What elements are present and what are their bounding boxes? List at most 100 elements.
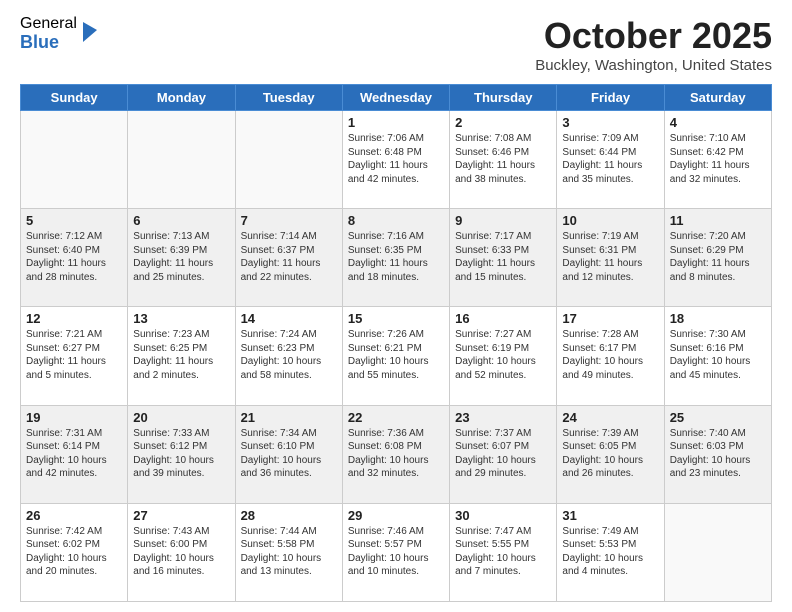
table-row: 24 Sunrise: 7:39 AM Sunset: 6:05 PM Dayli… bbox=[557, 405, 664, 503]
day-number: 30 bbox=[455, 508, 551, 523]
day-number: 23 bbox=[455, 410, 551, 425]
table-row: 13 Sunrise: 7:23 AM Sunset: 6:25 PM Dayli… bbox=[128, 307, 235, 405]
day-number: 18 bbox=[670, 311, 766, 326]
table-row: 29 Sunrise: 7:46 AM Sunset: 5:57 PM Dayli… bbox=[342, 503, 449, 601]
day-number: 28 bbox=[241, 508, 337, 523]
day-info: Sunrise: 7:19 AM Sunset: 6:31 PM Dayligh… bbox=[562, 230, 658, 284]
day-info: Sunrise: 7:36 AM Sunset: 6:08 PM Dayligh… bbox=[348, 427, 444, 481]
logo: General Blue bbox=[20, 15, 99, 52]
calendar-week-row: 1Sunrise: 7:06 AM Sunset: 6:48 PM Daylig… bbox=[21, 111, 772, 209]
table-row bbox=[235, 111, 342, 209]
day-info: Sunrise: 7:34 AM Sunset: 6:10 PM Dayligh… bbox=[241, 427, 337, 481]
day-info: Sunrise: 7:10 AM Sunset: 6:42 PM Dayligh… bbox=[670, 132, 766, 186]
table-row: 31 Sunrise: 7:49 AM Sunset: 5:53 PM Dayli… bbox=[557, 503, 664, 601]
day-info: Sunrise: 7:13 AM Sunset: 6:39 PM Dayligh… bbox=[133, 230, 229, 284]
table-row: 30 Sunrise: 7:47 AM Sunset: 5:55 PM Dayli… bbox=[450, 503, 557, 601]
day-info: Sunrise: 7:33 AM Sunset: 6:12 PM Dayligh… bbox=[133, 427, 229, 481]
col-saturday: Saturday bbox=[664, 85, 771, 111]
table-row: 25Sunrise: 7:40 AM Sunset: 6:03 PM Dayli… bbox=[664, 405, 771, 503]
day-number: 27 bbox=[133, 508, 229, 523]
day-info: Sunrise: 7:26 AM Sunset: 6:21 PM Dayligh… bbox=[348, 328, 444, 382]
calendar-week-row: 26 Sunrise: 7:42 AM Sunset: 6:02 PM Dayli… bbox=[21, 503, 772, 601]
table-row: 14 Sunrise: 7:24 AM Sunset: 6:23 PM Dayli… bbox=[235, 307, 342, 405]
day-number: 8 bbox=[348, 213, 444, 228]
day-info: Sunrise: 7:14 AM Sunset: 6:37 PM Dayligh… bbox=[241, 230, 337, 284]
calendar-week-row: 12Sunrise: 7:21 AM Sunset: 6:27 PM Dayli… bbox=[21, 307, 772, 405]
day-info: Sunrise: 7:21 AM Sunset: 6:27 PM Dayligh… bbox=[26, 328, 122, 382]
table-row: 22 Sunrise: 7:36 AM Sunset: 6:08 PM Dayli… bbox=[342, 405, 449, 503]
table-row: 27 Sunrise: 7:43 AM Sunset: 6:00 PM Dayli… bbox=[128, 503, 235, 601]
table-row: 23 Sunrise: 7:37 AM Sunset: 6:07 PM Dayli… bbox=[450, 405, 557, 503]
day-info: Sunrise: 7:40 AM Sunset: 6:03 PM Dayligh… bbox=[670, 427, 766, 481]
col-sunday: Sunday bbox=[21, 85, 128, 111]
table-row: 12Sunrise: 7:21 AM Sunset: 6:27 PM Dayli… bbox=[21, 307, 128, 405]
day-info: Sunrise: 7:42 AM Sunset: 6:02 PM Dayligh… bbox=[26, 525, 122, 579]
day-info: Sunrise: 7:49 AM Sunset: 5:53 PM Dayligh… bbox=[562, 525, 658, 579]
table-row: 9Sunrise: 7:17 AM Sunset: 6:33 PM Daylig… bbox=[450, 209, 557, 307]
day-number: 6 bbox=[133, 213, 229, 228]
table-row: 2 Sunrise: 7:08 AM Sunset: 6:46 PM Daylig… bbox=[450, 111, 557, 209]
table-row: 8 Sunrise: 7:16 AM Sunset: 6:35 PM Daylig… bbox=[342, 209, 449, 307]
day-number: 26 bbox=[26, 508, 122, 523]
day-info: Sunrise: 7:09 AM Sunset: 6:44 PM Dayligh… bbox=[562, 132, 658, 186]
day-number: 14 bbox=[241, 311, 337, 326]
table-row: 6 Sunrise: 7:13 AM Sunset: 6:39 PM Daylig… bbox=[128, 209, 235, 307]
logo-icon bbox=[79, 20, 99, 44]
day-info: Sunrise: 7:20 AM Sunset: 6:29 PM Dayligh… bbox=[670, 230, 766, 284]
day-info: Sunrise: 7:06 AM Sunset: 6:48 PM Dayligh… bbox=[348, 132, 444, 186]
table-row bbox=[664, 503, 771, 601]
day-info: Sunrise: 7:28 AM Sunset: 6:17 PM Dayligh… bbox=[562, 328, 658, 382]
day-number: 2 bbox=[455, 115, 551, 130]
day-info: Sunrise: 7:39 AM Sunset: 6:05 PM Dayligh… bbox=[562, 427, 658, 481]
day-number: 21 bbox=[241, 410, 337, 425]
day-number: 13 bbox=[133, 311, 229, 326]
day-info: Sunrise: 7:16 AM Sunset: 6:35 PM Dayligh… bbox=[348, 230, 444, 284]
table-row: 7 Sunrise: 7:14 AM Sunset: 6:37 PM Daylig… bbox=[235, 209, 342, 307]
day-info: Sunrise: 7:24 AM Sunset: 6:23 PM Dayligh… bbox=[241, 328, 337, 382]
day-number: 11 bbox=[670, 213, 766, 228]
table-row: 26 Sunrise: 7:42 AM Sunset: 6:02 PM Dayli… bbox=[21, 503, 128, 601]
table-row: 16Sunrise: 7:27 AM Sunset: 6:19 PM Dayli… bbox=[450, 307, 557, 405]
day-info: Sunrise: 7:47 AM Sunset: 5:55 PM Dayligh… bbox=[455, 525, 551, 579]
day-info: Sunrise: 7:46 AM Sunset: 5:57 PM Dayligh… bbox=[348, 525, 444, 579]
day-number: 29 bbox=[348, 508, 444, 523]
day-number: 10 bbox=[562, 213, 658, 228]
calendar-week-row: 19Sunrise: 7:31 AM Sunset: 6:14 PM Dayli… bbox=[21, 405, 772, 503]
table-row: 10 Sunrise: 7:19 AM Sunset: 6:31 PM Dayli… bbox=[557, 209, 664, 307]
header: General Blue October 2025 Buckley, Washi… bbox=[20, 15, 772, 74]
col-thursday: Thursday bbox=[450, 85, 557, 111]
page: General Blue October 2025 Buckley, Washi… bbox=[0, 0, 792, 612]
day-info: Sunrise: 7:08 AM Sunset: 6:46 PM Dayligh… bbox=[455, 132, 551, 186]
day-info: Sunrise: 7:37 AM Sunset: 6:07 PM Dayligh… bbox=[455, 427, 551, 481]
day-number: 15 bbox=[348, 311, 444, 326]
day-info: Sunrise: 7:23 AM Sunset: 6:25 PM Dayligh… bbox=[133, 328, 229, 382]
day-info: Sunrise: 7:43 AM Sunset: 6:00 PM Dayligh… bbox=[133, 525, 229, 579]
day-info: Sunrise: 7:44 AM Sunset: 5:58 PM Dayligh… bbox=[241, 525, 337, 579]
day-info: Sunrise: 7:31 AM Sunset: 6:14 PM Dayligh… bbox=[26, 427, 122, 481]
location: Buckley, Washington, United States bbox=[535, 57, 772, 74]
day-number: 31 bbox=[562, 508, 658, 523]
day-number: 7 bbox=[241, 213, 337, 228]
col-tuesday: Tuesday bbox=[235, 85, 342, 111]
calendar-week-row: 5Sunrise: 7:12 AM Sunset: 6:40 PM Daylig… bbox=[21, 209, 772, 307]
title-block: October 2025 Buckley, Washington, United… bbox=[535, 15, 772, 74]
col-wednesday: Wednesday bbox=[342, 85, 449, 111]
table-row bbox=[128, 111, 235, 209]
logo-text: General Blue bbox=[20, 15, 77, 52]
logo-general: General bbox=[20, 15, 77, 33]
table-row: 15 Sunrise: 7:26 AM Sunset: 6:21 PM Dayli… bbox=[342, 307, 449, 405]
day-number: 4 bbox=[670, 115, 766, 130]
day-info: Sunrise: 7:30 AM Sunset: 6:16 PM Dayligh… bbox=[670, 328, 766, 382]
table-row: 21 Sunrise: 7:34 AM Sunset: 6:10 PM Dayli… bbox=[235, 405, 342, 503]
table-row: 20 Sunrise: 7:33 AM Sunset: 6:12 PM Dayli… bbox=[128, 405, 235, 503]
table-row: 1Sunrise: 7:06 AM Sunset: 6:48 PM Daylig… bbox=[342, 111, 449, 209]
day-number: 22 bbox=[348, 410, 444, 425]
day-number: 17 bbox=[562, 311, 658, 326]
table-row: 3 Sunrise: 7:09 AM Sunset: 6:44 PM Daylig… bbox=[557, 111, 664, 209]
calendar-table: Sunday Monday Tuesday Wednesday Thursday… bbox=[20, 84, 772, 602]
day-info: Sunrise: 7:17 AM Sunset: 6:33 PM Dayligh… bbox=[455, 230, 551, 284]
logo-blue: Blue bbox=[20, 33, 77, 53]
day-number: 24 bbox=[562, 410, 658, 425]
day-number: 20 bbox=[133, 410, 229, 425]
day-number: 3 bbox=[562, 115, 658, 130]
